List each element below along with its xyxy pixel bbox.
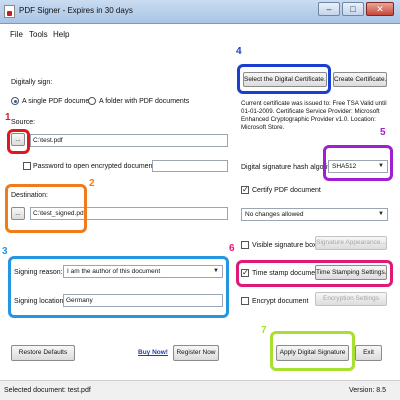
exit-button[interactable]: Exit xyxy=(355,345,382,361)
annotation-number-4: 4 xyxy=(236,46,242,57)
restore-defaults-button[interactable]: Restore Defaults xyxy=(11,345,75,361)
chevron-down-icon: ▼ xyxy=(378,211,384,217)
menu-tools[interactable]: Tools xyxy=(29,30,48,39)
encrypt-checkbox[interactable] xyxy=(241,297,249,305)
status-bar: Selected document: test.pdf Version: 8.5 xyxy=(0,380,400,400)
maximize-button[interactable]: □ xyxy=(342,2,364,16)
radio-folder[interactable] xyxy=(88,97,96,105)
certify-changes-value: No changes allowed xyxy=(245,211,304,218)
certify-label: Certify PDF document xyxy=(252,187,321,194)
source-path-input[interactable]: C:\test.pdf xyxy=(30,134,228,147)
annotation-number-6: 6 xyxy=(229,243,235,254)
status-version: Version: 8.5 xyxy=(349,387,386,394)
highlight-3-signing-details xyxy=(8,256,229,318)
radio-folder-label: A folder with PDF documents xyxy=(99,98,190,105)
menu-bar: File Tools Help xyxy=(0,30,400,44)
annotation-number-1: 1 xyxy=(5,112,11,123)
annotation-number-2: 2 xyxy=(89,178,95,189)
radio-single-document[interactable] xyxy=(11,97,19,105)
encrypt-label: Encrypt document xyxy=(252,298,309,305)
encryption-settings-button[interactable]: Encryption Settings xyxy=(315,292,387,306)
annotation-number-7: 7 xyxy=(261,325,267,336)
minimize-button[interactable]: – xyxy=(318,2,340,16)
status-selected-document: Selected document: test.pdf xyxy=(4,387,91,394)
radio-single-label: A single PDF document xyxy=(22,98,96,105)
password-label-text: Password to open encrypted documents: xyxy=(33,163,160,170)
highlight-4-select-certificate xyxy=(237,64,331,94)
visible-signature-label: Visible signature box xyxy=(252,242,317,249)
certify-changes-combo[interactable]: No changes allowed ▼ xyxy=(241,208,388,221)
signature-appearance-button[interactable]: Signature Appearance... xyxy=(315,236,387,250)
highlight-6-timestamp xyxy=(236,260,393,287)
title-bar: PDF Signer - Expires in 30 days – □ ✕ xyxy=(0,0,400,24)
close-button[interactable]: ✕ xyxy=(366,2,394,16)
certificate-info-text: Current certificate was issued to: Free … xyxy=(241,100,387,131)
highlight-7-apply-signature xyxy=(270,331,355,371)
highlight-2-destination xyxy=(5,184,87,233)
register-now-button[interactable]: Register Now xyxy=(173,345,219,361)
visible-signature-checkbox[interactable] xyxy=(241,241,249,249)
menu-help[interactable]: Help xyxy=(53,30,69,39)
source-label: Source: xyxy=(11,119,36,126)
menu-file[interactable]: File xyxy=(10,30,23,39)
pdf-app-icon xyxy=(4,5,15,18)
password-checkbox[interactable] xyxy=(23,162,31,170)
annotation-number-5: 5 xyxy=(380,127,386,138)
highlight-1-source-browse xyxy=(7,129,30,154)
certify-checkbox[interactable]: ✓ xyxy=(241,186,249,194)
highlight-5-hash-algorithm xyxy=(323,145,393,181)
digitally-sign-label: Digitally sign: xyxy=(11,79,53,86)
buy-now-link[interactable]: Buy Now! xyxy=(138,349,168,356)
password-input[interactable] xyxy=(152,160,228,172)
window-title: PDF Signer - Expires in 30 days xyxy=(19,6,133,15)
create-certificate-button[interactable]: Create Certificate... xyxy=(333,72,387,87)
annotation-number-3: 3 xyxy=(2,246,8,257)
